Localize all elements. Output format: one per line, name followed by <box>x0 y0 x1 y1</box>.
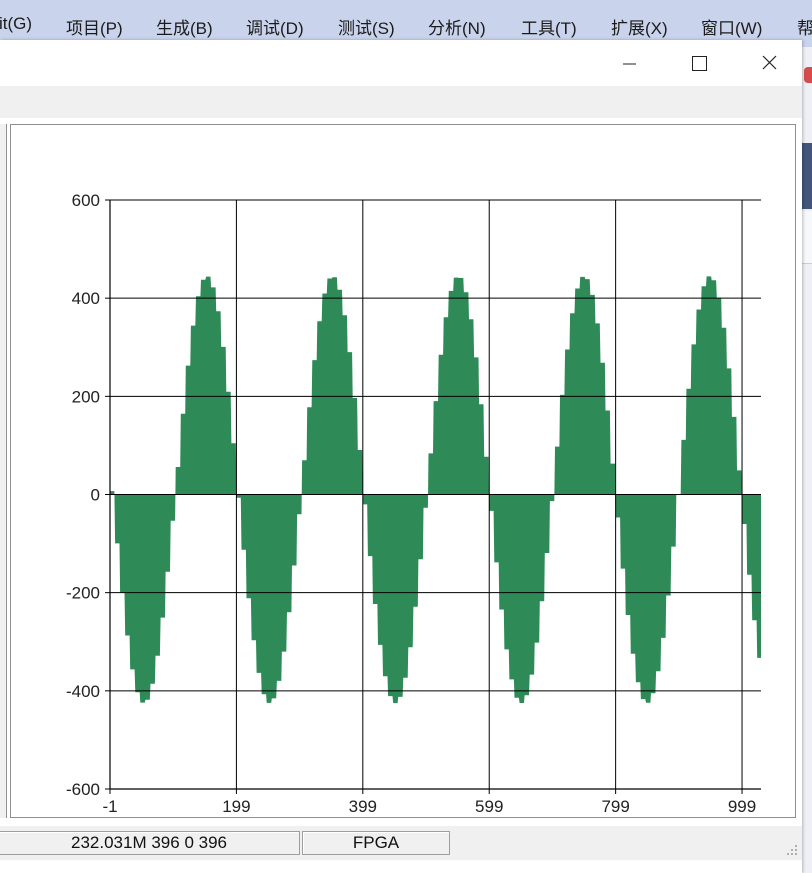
maximize-icon <box>692 56 707 71</box>
ide-menu-item[interactable]: 调试(D) <box>246 14 304 39</box>
y-tick-label: 200 <box>72 387 100 406</box>
ide-tool-icon <box>804 67 812 83</box>
waveform-chart: 600 400 200 0 -200 -400 -600-1 199 399 599 799 999 <box>66 191 761 816</box>
ide-menu-item[interactable]: 扩展(X) <box>611 14 668 39</box>
background-ide-panel <box>802 47 812 873</box>
status-mode: FPGA <box>302 831 450 855</box>
y-tick-label: -200 <box>66 584 100 603</box>
ide-menu-item[interactable]: 帮 <box>797 14 812 39</box>
y-tick-label: -400 <box>66 682 100 701</box>
ide-menu-item[interactable]: 测试(S) <box>338 14 395 39</box>
y-tick-label: -600 <box>66 780 100 799</box>
y-tick-label: 0 <box>91 486 100 505</box>
waveform-series <box>110 276 761 704</box>
ide-menu-item[interactable]: it(G) <box>0 14 32 34</box>
ide-menu-item[interactable]: 生成(B) <box>156 14 213 39</box>
x-tick-label: 599 <box>475 797 503 816</box>
x-tick-label: 199 <box>222 797 250 816</box>
x-tick-label: 399 <box>349 797 377 816</box>
x-tick-label: -1 <box>102 797 117 816</box>
close-icon <box>762 55 777 70</box>
status-info: 232.031M 396 0 396 <box>0 831 300 855</box>
ide-tab <box>802 211 812 264</box>
y-tick-label: 400 <box>72 289 100 308</box>
maximize-button[interactable] <box>664 40 734 86</box>
x-tick-label: 799 <box>601 797 629 816</box>
resize-grip-icon[interactable] <box>786 844 798 856</box>
title-bar <box>0 40 802 86</box>
oscilloscope-window: 600 400 200 0 -200 -400 -600 -1 199 399 599 799 999 … <box>0 40 802 873</box>
ide-menu-item[interactable]: 工具(T) <box>521 14 577 39</box>
ide-menu-item[interactable]: 项目(P) <box>66 14 123 39</box>
left-panel-edge <box>0 124 7 818</box>
chart-panel: 600 400 200 0 -200 -400 -600 -1 199 399 599 799 999 <box>10 124 796 818</box>
window-toolbar <box>0 86 802 118</box>
status-bar: 232.031M 396 0 396 FPGA <box>0 826 802 860</box>
minimize-icon <box>623 63 636 65</box>
x-tick-label: 999 <box>728 797 756 816</box>
ide-menu-item[interactable]: 分析(N) <box>428 14 486 39</box>
ide-tab-strip <box>802 143 812 209</box>
ide-menu-item[interactable]: 窗口(W) <box>701 14 762 39</box>
minimize-button[interactable] <box>595 40 665 86</box>
y-tick-label: 600 <box>72 191 100 210</box>
close-button[interactable] <box>733 40 803 86</box>
